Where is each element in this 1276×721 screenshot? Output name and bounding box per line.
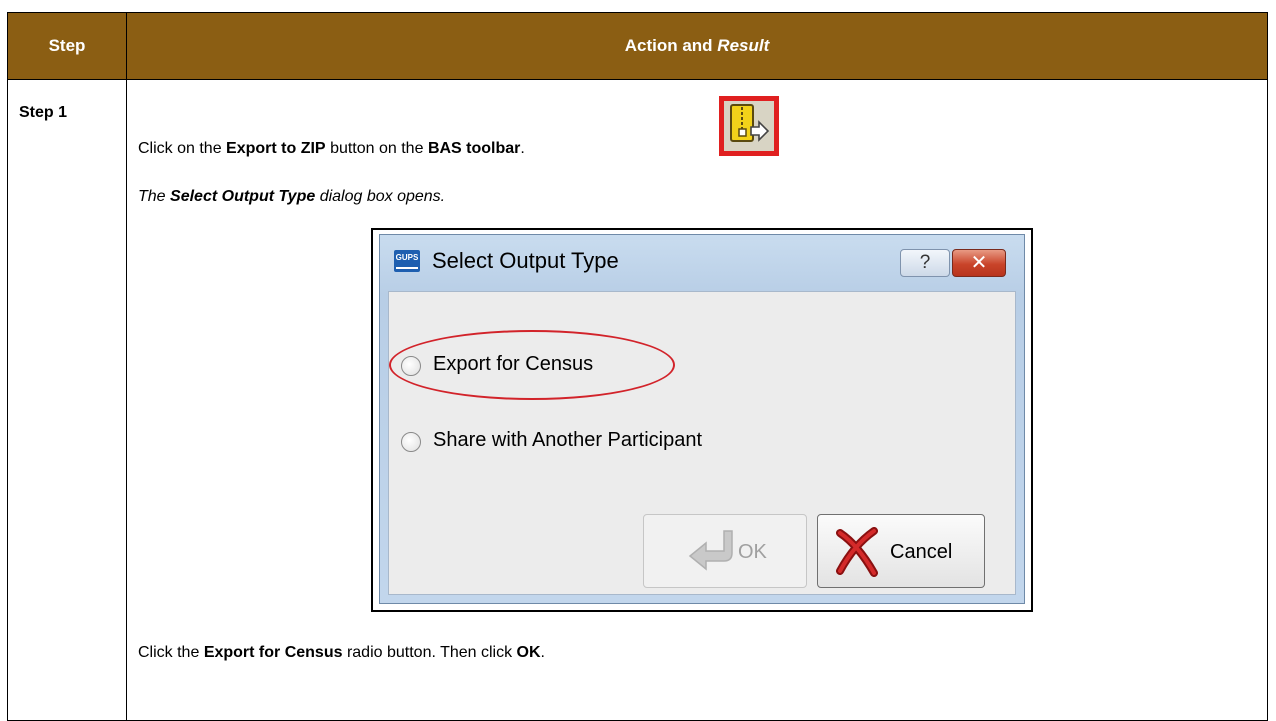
- header-action-italic: Result: [717, 36, 770, 55]
- cancel-label: Cancel: [890, 541, 953, 563]
- text: Click the: [138, 644, 200, 661]
- dialog-title: Select Output Type: [432, 248, 619, 273]
- dialog-client-area: Export for Census Share with Another Par…: [388, 291, 1016, 595]
- header-action: Action and Result: [126, 12, 1268, 80]
- close-button[interactable]: ✕: [952, 249, 1006, 277]
- option-label: Export for Census: [433, 353, 594, 375]
- instruction-export-zip: Click on the Export to ZIP button on the…: [138, 140, 525, 158]
- ok-arrow-icon: [688, 530, 733, 571]
- dialog-titlebar: GUPS Select Output Type ? ✕: [380, 235, 1024, 291]
- text: The: [138, 188, 166, 205]
- step-label: Step 1: [7, 79, 127, 721]
- table-row: Step 1 Click on the Export to ZIP button…: [7, 79, 1268, 721]
- gups-app-icon: GUPS: [394, 250, 420, 272]
- text: Click on the: [138, 140, 222, 157]
- text: button on the: [330, 140, 424, 157]
- text: dialog box opens.: [319, 188, 446, 205]
- instruction-click-export-census: Click the Export for Census radio button…: [138, 644, 545, 662]
- radio-button[interactable]: [401, 356, 421, 376]
- header-step: Step: [7, 12, 127, 80]
- option-label: Share with Another Participant: [433, 429, 703, 451]
- app-icon-text: GUPS: [395, 253, 419, 262]
- radio-button[interactable]: [401, 432, 421, 452]
- steps-table: Step Action and Result Step 1 Click on t…: [7, 12, 1268, 721]
- dialog-name: Select Output Type: [170, 188, 316, 205]
- export-census-name: Export for Census: [203, 644, 343, 661]
- cancel-x-icon: [836, 527, 878, 577]
- bas-toolbar-name: BAS toolbar: [427, 140, 521, 157]
- text: .: [540, 644, 545, 661]
- result-dialog-opens: The Select Output Type dialog box opens.: [138, 188, 445, 206]
- ok-label: OK: [738, 541, 767, 563]
- select-output-type-dialog: GUPS Select Output Type ? ✕ Export for C…: [379, 234, 1025, 604]
- cropped-heading-fragment: ​: [230, 0, 560, 8]
- table-header-row: Step Action and Result: [7, 12, 1268, 80]
- text: .: [520, 140, 525, 157]
- header-action-plain: Action and: [624, 36, 713, 55]
- help-button[interactable]: ?: [900, 249, 950, 277]
- export-to-zip-button[interactable]: [719, 96, 779, 156]
- step-content: Click on the Export to ZIP button on the…: [126, 79, 1268, 721]
- cancel-button[interactable]: Cancel: [817, 514, 985, 588]
- export-zip-name: Export to ZIP: [226, 140, 326, 157]
- ok-name: OK: [516, 644, 541, 661]
- dialog-screenshot-frame: GUPS Select Output Type ? ✕ Export for C…: [371, 228, 1033, 612]
- ok-button[interactable]: OK: [643, 514, 807, 588]
- text: radio button. Then click: [346, 644, 513, 661]
- zip-export-icon: [730, 104, 770, 142]
